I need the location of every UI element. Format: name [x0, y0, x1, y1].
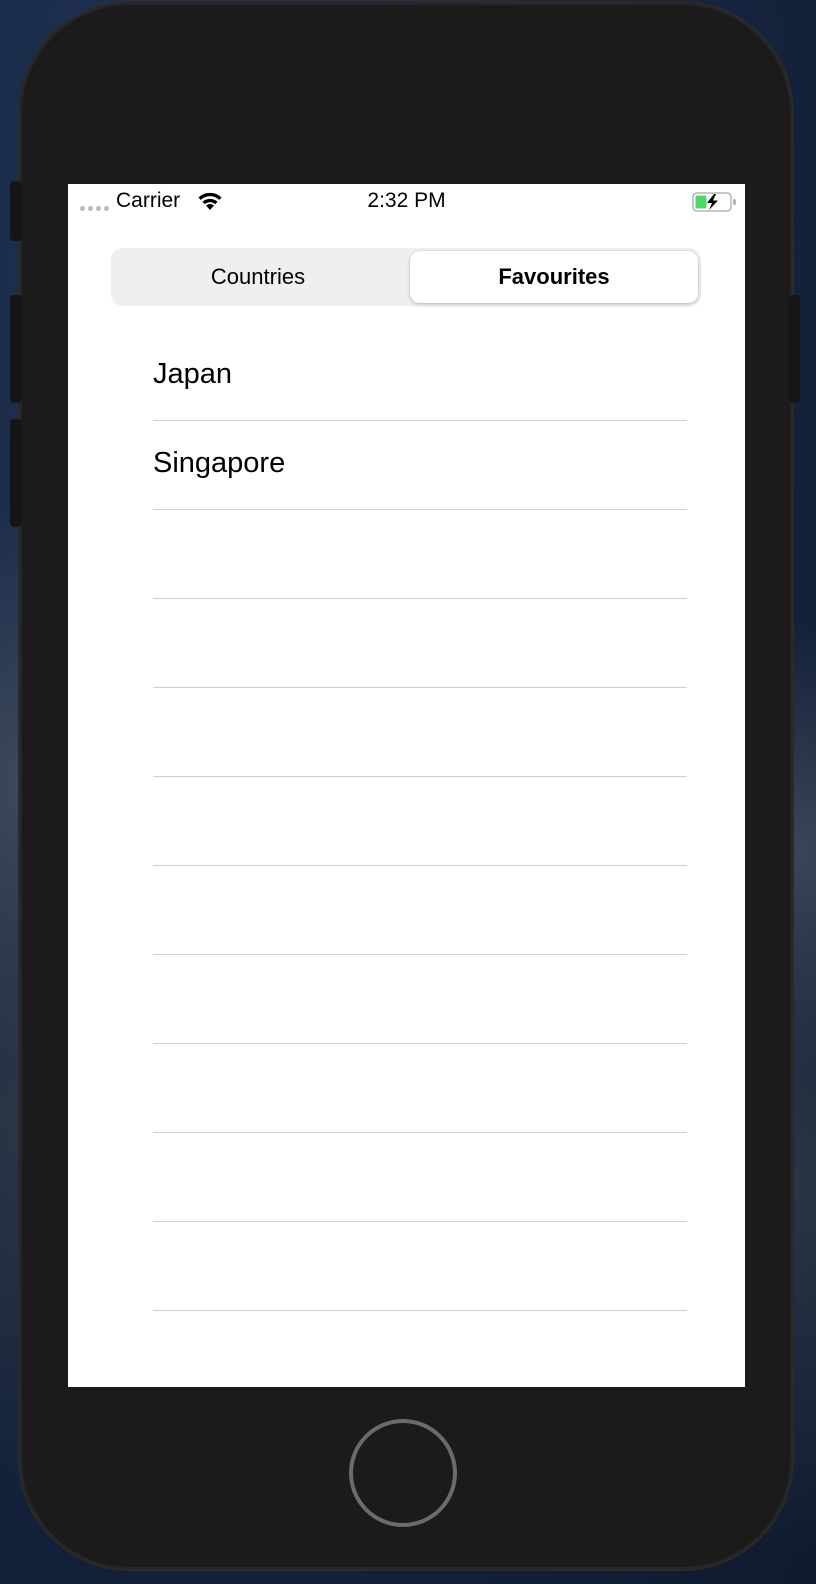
app-screen: Carrier 2:32 PM Countries Favourites Jap… — [68, 184, 745, 1387]
battery-charging-icon — [692, 192, 736, 212]
list-item-label: Japan — [153, 358, 233, 390]
list-item — [153, 1222, 687, 1311]
list-item — [153, 1311, 687, 1387]
status-time: 2:32 PM — [367, 189, 446, 212]
list-item — [153, 955, 687, 1044]
segmented-control: Countries Favourites — [111, 248, 701, 306]
volume-down-button — [10, 419, 22, 527]
favourites-list: Japan Singapore — [153, 332, 687, 1387]
list-item — [153, 1044, 687, 1133]
list-item-label: Singapore — [153, 447, 286, 479]
list-item — [153, 688, 687, 777]
list-item — [153, 1133, 687, 1222]
list-item — [153, 599, 687, 688]
tab-countries[interactable]: Countries — [114, 251, 402, 303]
volume-up-button — [10, 295, 22, 403]
list-item — [153, 777, 687, 866]
tab-favourites[interactable]: Favourites — [410, 251, 698, 303]
list-item — [153, 866, 687, 955]
list-item[interactable]: Japan — [153, 332, 687, 421]
mute-switch — [10, 181, 22, 241]
home-button[interactable] — [349, 1419, 457, 1527]
list-item[interactable]: Singapore — [153, 421, 687, 510]
status-bar: Carrier 2:32 PM — [68, 184, 745, 220]
power-button — [788, 295, 800, 403]
list-item — [153, 510, 687, 599]
